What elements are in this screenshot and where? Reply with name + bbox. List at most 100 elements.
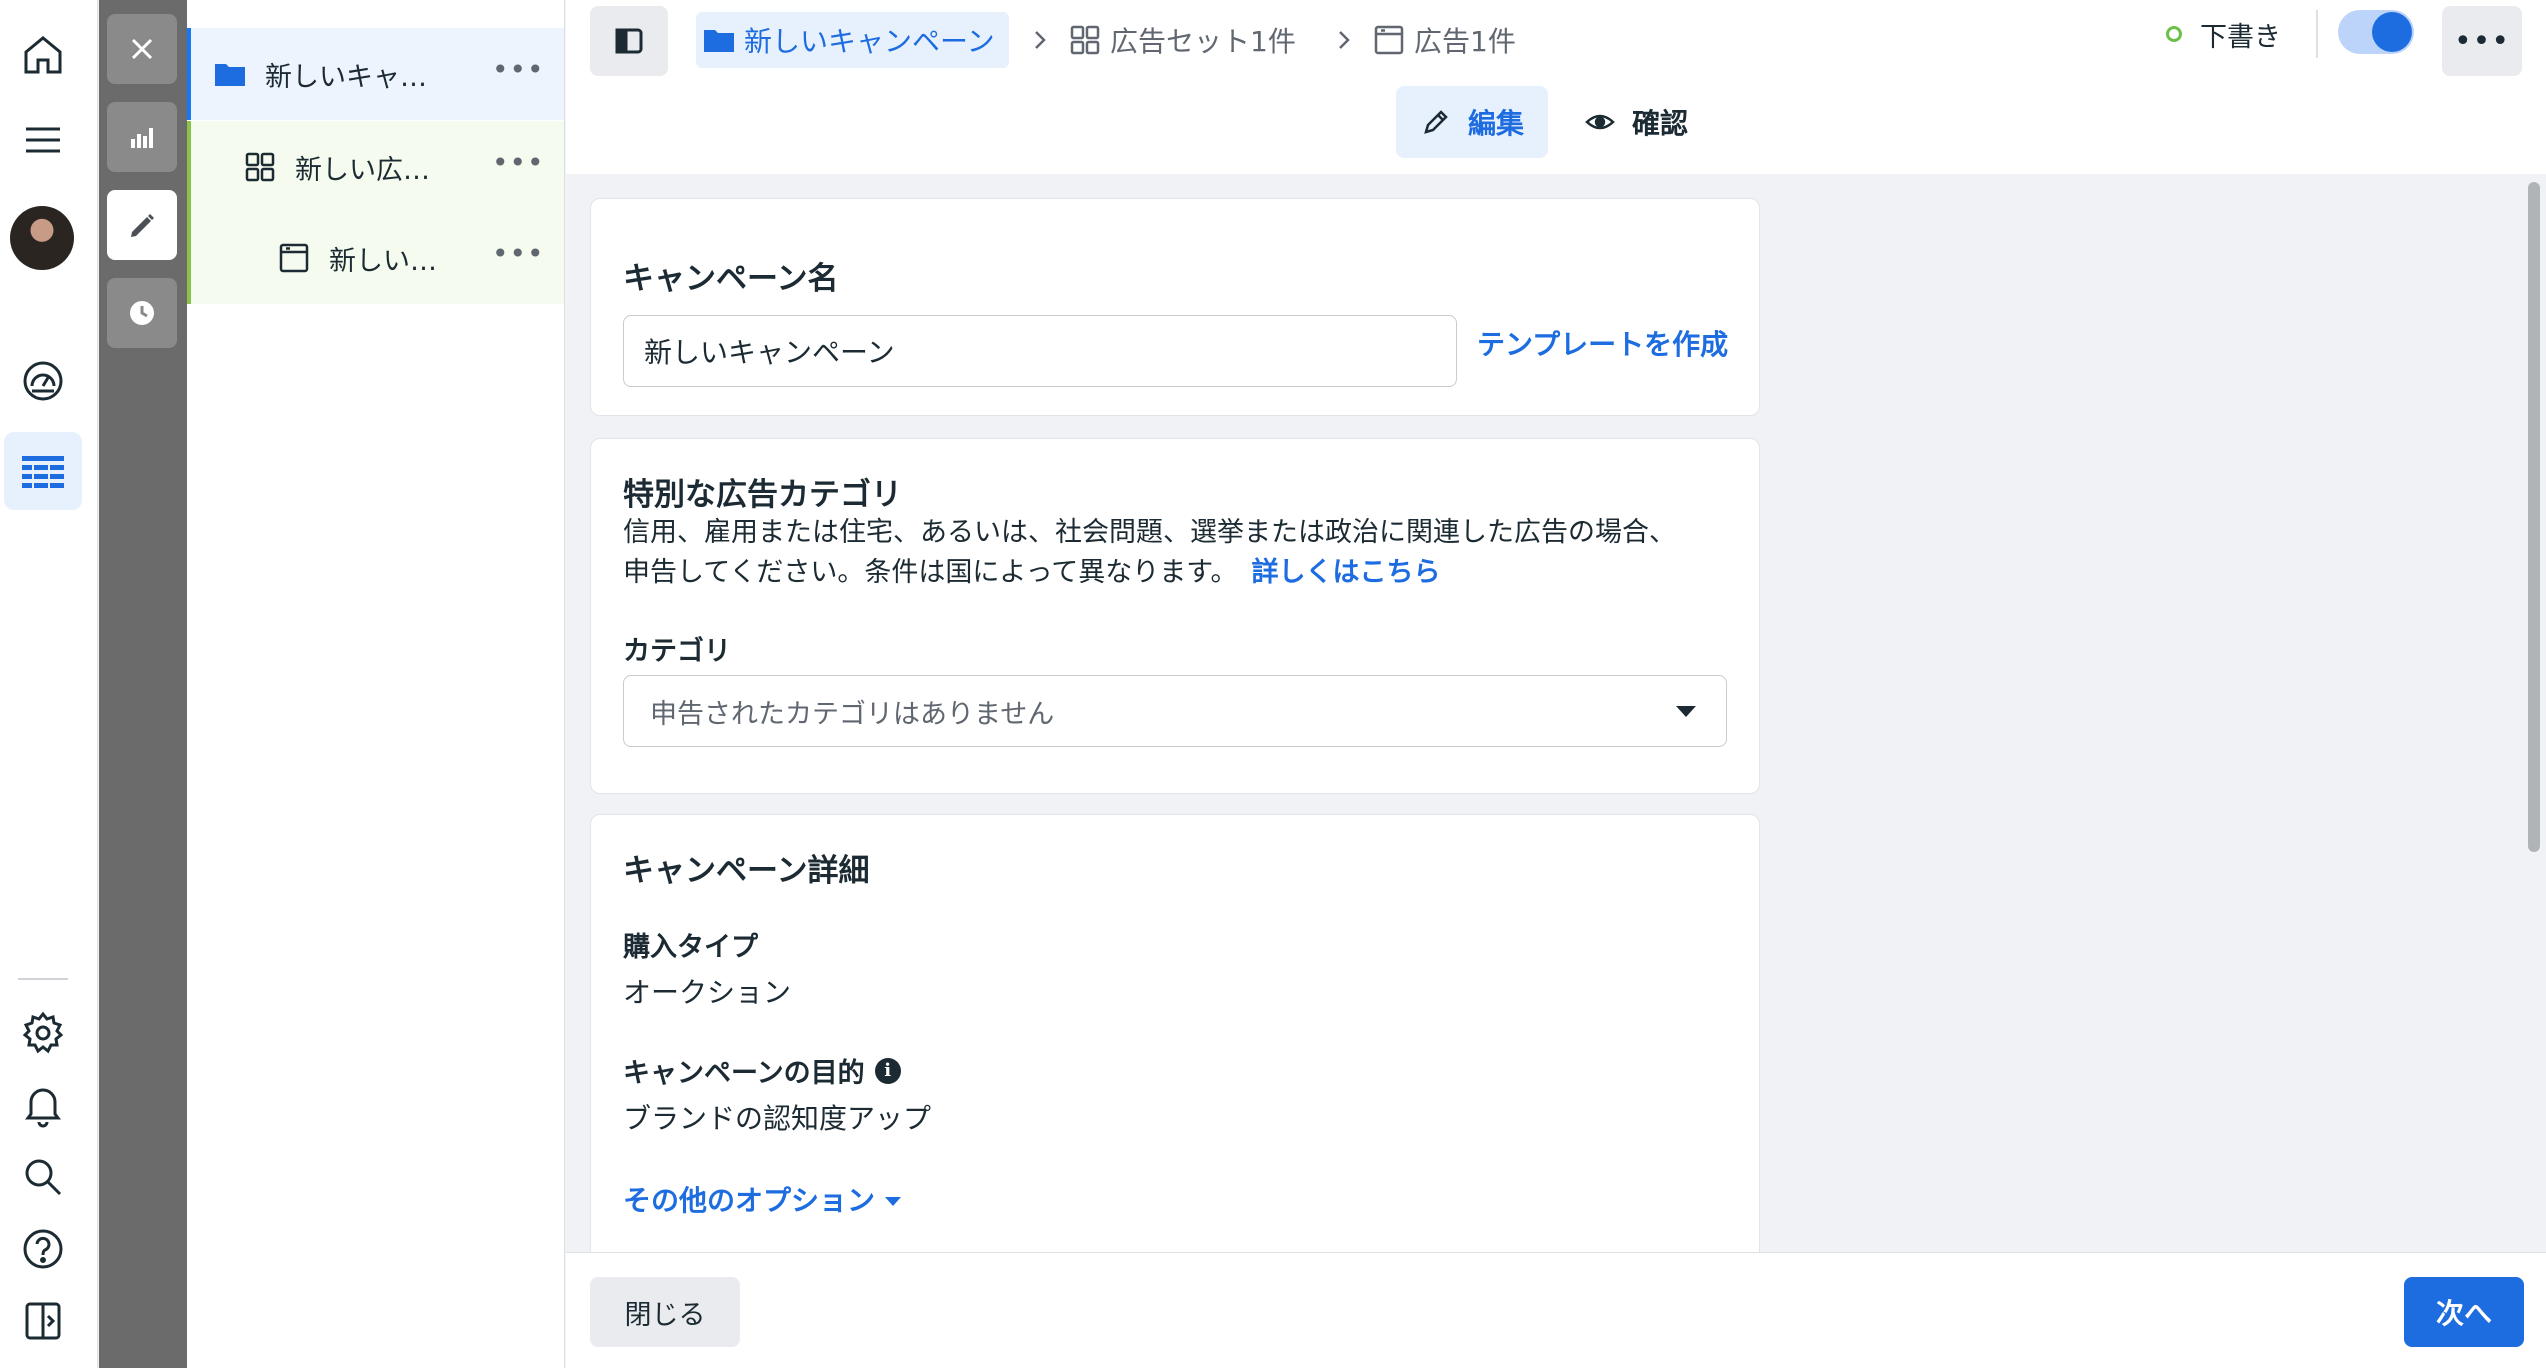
chevron-right-icon bbox=[1339, 31, 1350, 49]
toggle-tree-button[interactable] bbox=[590, 6, 668, 76]
avatar[interactable] bbox=[10, 206, 74, 270]
close-icon bbox=[131, 38, 153, 60]
sidebar-toggle-icon bbox=[615, 28, 643, 54]
tree-item-label: 新しいキャ… bbox=[265, 61, 427, 93]
tree-item-adset[interactable]: 新しい広… ••• bbox=[187, 121, 564, 213]
status-label: 下書き bbox=[2200, 21, 2281, 53]
more-options-label: その他のオプション bbox=[623, 1184, 876, 1217]
pencil-icon bbox=[131, 214, 154, 237]
tab-edit[interactable]: 編集 bbox=[1396, 86, 1548, 158]
more-options-link[interactable]: その他のオプション bbox=[623, 1179, 902, 1219]
gauge-icon bbox=[23, 361, 63, 401]
eye-icon bbox=[1585, 114, 1615, 130]
gear-icon bbox=[22, 1011, 64, 1054]
card-title: キャンペーン名 bbox=[623, 261, 839, 297]
ad-icon bbox=[279, 243, 309, 273]
panel-button[interactable] bbox=[4, 1282, 82, 1360]
ad-icon bbox=[1374, 25, 1404, 55]
grid-table-icon bbox=[22, 456, 64, 488]
structure-tree: 新しいキャ… ••• 新しい広… ••• 新しい… ••• bbox=[187, 0, 565, 1368]
chevron-right-icon bbox=[1035, 31, 1046, 49]
draft-status: 下書き bbox=[2166, 10, 2281, 58]
header-more-button[interactable]: ••• bbox=[2442, 6, 2522, 76]
editor-header: 新しいキャンペーン 広告セット1件 広告1件 下書き ••• 編集 確認 bbox=[566, 0, 2546, 174]
help-icon bbox=[23, 1229, 63, 1269]
folder-icon bbox=[215, 64, 245, 86]
scroll-thumb[interactable] bbox=[2528, 182, 2540, 852]
tab-review-label: 確認 bbox=[1631, 107, 1688, 140]
bell-icon bbox=[25, 1088, 61, 1128]
breadcrumb-campaign[interactable]: 新しいキャンペーン bbox=[696, 12, 1009, 68]
adset-grid-icon bbox=[245, 152, 275, 182]
tree-item-ad[interactable]: 新しい… ••• bbox=[187, 212, 564, 304]
tree-item-label: 新しい… bbox=[329, 245, 437, 277]
special-ad-category-card: 特別な広告カテゴリ 信用、雇用または住宅、あるいは、社会問題、選挙または政治に関… bbox=[590, 438, 1760, 794]
breadcrumb-campaign-label: 新しいキャンペーン bbox=[744, 25, 995, 58]
toggle-knob bbox=[2372, 12, 2412, 52]
info-icon[interactable]: i bbox=[874, 1057, 901, 1084]
chart-icon bbox=[131, 128, 153, 148]
category-selected-value: 申告されたカテゴリはありません bbox=[650, 698, 1055, 730]
settings-button[interactable] bbox=[4, 994, 82, 1072]
status-dot-icon bbox=[2166, 26, 2182, 42]
notifications-button[interactable] bbox=[4, 1066, 82, 1144]
reporting-button[interactable] bbox=[107, 102, 177, 172]
breadcrumb-ad[interactable]: 広告1件 bbox=[1372, 12, 1516, 68]
breadcrumb-adset[interactable]: 広告セット1件 bbox=[1068, 12, 1296, 68]
editor-footer: 閉じる 次へ bbox=[566, 1252, 2546, 1368]
history-button[interactable] bbox=[107, 278, 177, 348]
description-line: 申告してください。条件は国によって異なります。 bbox=[623, 557, 1238, 588]
tree-item-campaign[interactable]: 新しいキャ… ••• bbox=[187, 28, 564, 120]
home-button[interactable] bbox=[4, 16, 82, 94]
campaign-name-card: キャンペーン名 テンプレートを作成 bbox=[590, 198, 1760, 416]
tree-item-label: 新しい広… bbox=[295, 154, 430, 186]
more-options-icon[interactable]: ••• bbox=[492, 240, 544, 272]
next-button[interactable]: 次へ bbox=[2404, 1277, 2524, 1347]
more-options-icon[interactable]: ••• bbox=[492, 149, 544, 181]
edit-mode-button[interactable] bbox=[107, 190, 177, 260]
tab-edit-label: 編集 bbox=[1467, 107, 1524, 140]
close-button[interactable]: 閉じる bbox=[590, 1277, 740, 1347]
buy-type-label: 購入タイプ bbox=[623, 932, 758, 963]
special-category-description: 信用、雇用または住宅、あるいは、社会問題、選挙または政治に関連した広告の場合、 … bbox=[623, 513, 1743, 593]
nav-rail bbox=[0, 0, 98, 1368]
tool-strip bbox=[99, 0, 187, 1368]
search-button[interactable] bbox=[4, 1138, 82, 1216]
folder-icon bbox=[704, 30, 734, 52]
breadcrumb-ad-label: 広告1件 bbox=[1414, 25, 1516, 58]
buy-type-value: オークション bbox=[623, 976, 792, 1009]
ads-manager-button[interactable] bbox=[4, 432, 82, 510]
rail-divider bbox=[18, 978, 68, 980]
tab-review[interactable]: 確認 bbox=[1570, 86, 1702, 158]
dashboard-button[interactable] bbox=[4, 342, 82, 420]
header-divider bbox=[2316, 10, 2318, 58]
caret-down-icon bbox=[885, 1196, 902, 1206]
content-scrollbar[interactable] bbox=[2522, 174, 2546, 1252]
close-panel-button[interactable] bbox=[107, 14, 177, 84]
publish-toggle[interactable] bbox=[2338, 10, 2414, 54]
category-label: カテゴリ bbox=[623, 636, 731, 667]
objective-value: ブランドの認知度アップ bbox=[623, 1102, 932, 1135]
campaign-details-card: キャンペーン詳細 購入タイプ オークション キャンペーンの目的 i ブランドの認… bbox=[590, 814, 1760, 1252]
help-button[interactable] bbox=[4, 1210, 82, 1288]
breadcrumb-adset-label: 広告セット1件 bbox=[1110, 25, 1296, 58]
home-icon bbox=[24, 36, 62, 74]
objective-label: キャンペーンの目的 bbox=[623, 1058, 865, 1089]
card-title: キャンペーン詳細 bbox=[623, 853, 870, 889]
clock-icon bbox=[130, 301, 154, 325]
learn-more-link[interactable]: 詳しくはこちら bbox=[1252, 557, 1441, 588]
adset-grid-icon bbox=[1070, 25, 1100, 55]
menu-button[interactable] bbox=[4, 101, 82, 179]
description-line: 信用、雇用または住宅、あるいは、社会問題、選挙または政治に関連した広告の場合、 bbox=[623, 517, 1676, 548]
search-icon bbox=[25, 1159, 62, 1196]
campaign-name-input[interactable] bbox=[623, 315, 1457, 387]
objective-label-row: キャンペーンの目的 i bbox=[623, 1051, 901, 1090]
editor-content: キャンペーン名 テンプレートを作成 特別な広告カテゴリ 信用、雇用または住宅、あ… bbox=[566, 174, 2520, 1252]
category-dropdown[interactable]: 申告されたカテゴリはありません bbox=[623, 675, 1727, 747]
more-options-icon[interactable]: ••• bbox=[492, 56, 544, 88]
create-template-link[interactable]: テンプレートを作成 bbox=[1477, 323, 1728, 363]
card-title: 特別な広告カテゴリ bbox=[623, 477, 902, 513]
caret-down-icon bbox=[1676, 706, 1696, 717]
menu-icon bbox=[26, 127, 60, 153]
panel-icon bbox=[25, 1302, 61, 1340]
